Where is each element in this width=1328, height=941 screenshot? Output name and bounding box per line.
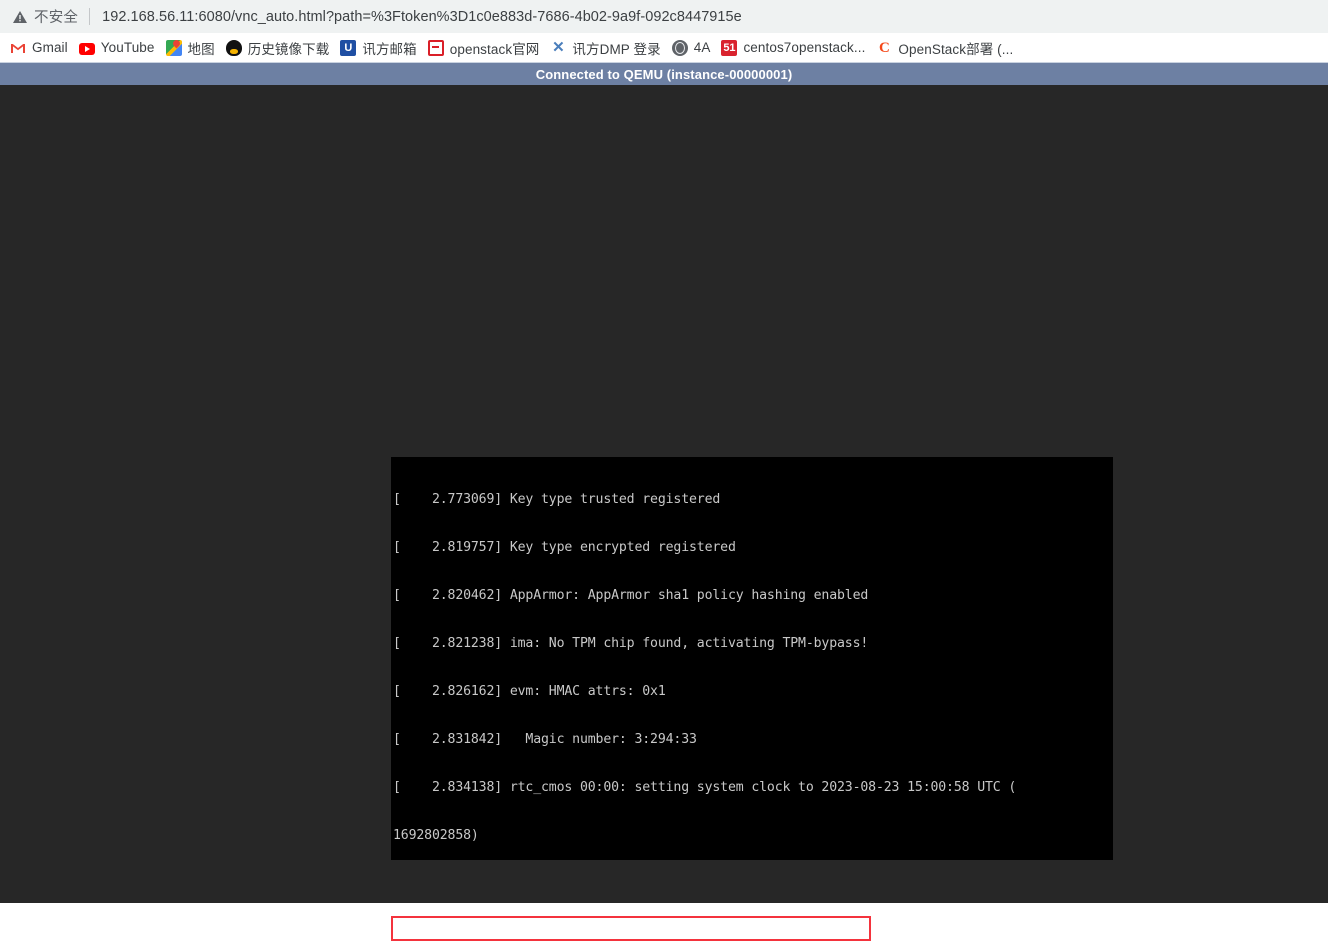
console-output: [ 2.773069] Key type trusted registered … <box>391 457 1113 860</box>
bookmark-label: Gmail <box>32 40 68 55</box>
bookmark-xunfang-mail[interactable]: U 讯方邮箱 <box>336 37 423 59</box>
bookmark-history-images[interactable]: 历史镜像下载 <box>222 37 337 59</box>
omnibox-divider <box>89 8 91 25</box>
vnc-canvas[interactable]: [ 2.773069] Key type trusted registered … <box>0 85 1328 941</box>
bookmark-label: 4A <box>693 40 711 55</box>
console-line: [ 2.773069] Key type trusted registered <box>393 492 721 507</box>
console-line: 1692802858) <box>393 828 479 843</box>
gmail-icon <box>10 40 26 56</box>
console-line: [ 2.831842] Magic number: 3:294:33 <box>393 732 697 747</box>
bookmark-label: 地图 <box>187 41 215 57</box>
csdn-icon: C <box>879 39 890 56</box>
browser-omnibox[interactable]: 不安全 192.168.56.11:6080/vnc_auto.html?pat… <box>0 0 1328 33</box>
bookmark-centos7openstack[interactable]: 51 centos7openstack... <box>717 37 872 59</box>
console-line: [ 2.834138] rtc_cmos 00:00: setting syst… <box>393 780 1017 795</box>
bookmark-openstack-site[interactable]: openstack官网 <box>424 37 547 59</box>
console-line: [ 2.826162] evm: HMAC attrs: 0x1 <box>393 684 666 699</box>
bookmark-xunfang-dmp[interactable]: ✕ 讯方DMP 登录 <box>546 37 667 59</box>
warning-triangle-icon <box>12 9 28 25</box>
youtube-icon <box>78 42 95 55</box>
bookmark-youtube[interactable]: YouTube <box>75 37 162 59</box>
bookmark-label: 历史镜像下载 <box>247 41 330 57</box>
bookmark-label: openstack官网 <box>449 41 540 57</box>
bookmark-label: 讯方邮箱 <box>362 41 417 57</box>
bookmarks-bar: Gmail YouTube 地图 历史镜像下载 U 讯方邮箱 openstack… <box>0 33 1328 62</box>
51cto-icon: 51 <box>721 39 738 56</box>
xunfang-mail-icon: U <box>340 39 357 56</box>
console-line: [ 2.821238] ima: No TPM chip found, acti… <box>393 636 869 651</box>
credentials-highlight-box <box>391 916 871 941</box>
vnc-status-text: Connected to QEMU (instance-00000001) <box>535 66 793 82</box>
google-maps-icon <box>165 39 182 56</box>
bookmark-label: OpenStack部署 (... <box>898 41 1014 57</box>
bookmark-4a[interactable]: 4A <box>668 37 718 59</box>
url-text[interactable]: 192.168.56.11:6080/vnc_auto.html?path=%3… <box>102 9 742 25</box>
vnc-status-bar: Connected to QEMU (instance-00000001) <box>0 62 1328 85</box>
bookmark-label: 讯方DMP 登录 <box>572 41 661 57</box>
bookmark-openstack-deploy[interactable]: C OpenStack部署 (... <box>872 37 1020 59</box>
bookmark-label: YouTube <box>100 40 155 55</box>
console-line: [ 2.820462] AppArmor: AppArmor sha1 poli… <box>393 588 869 603</box>
xunfang-dmp-icon: ✕ <box>552 38 565 56</box>
linux-penguin-icon <box>225 39 242 56</box>
bookmark-gmail[interactable]: Gmail <box>6 37 75 59</box>
bookmark-maps[interactable]: 地图 <box>162 37 222 59</box>
openstack-icon <box>427 39 444 56</box>
guest-console-screen[interactable]: [ 2.773069] Key type trusted registered … <box>391 457 1113 860</box>
not-secure-label: 不安全 <box>34 10 79 26</box>
bookmark-label: centos7openstack... <box>743 40 866 55</box>
globe-icon <box>671 39 688 56</box>
console-line: [ 2.819757] Key type encrypted registere… <box>393 540 736 555</box>
